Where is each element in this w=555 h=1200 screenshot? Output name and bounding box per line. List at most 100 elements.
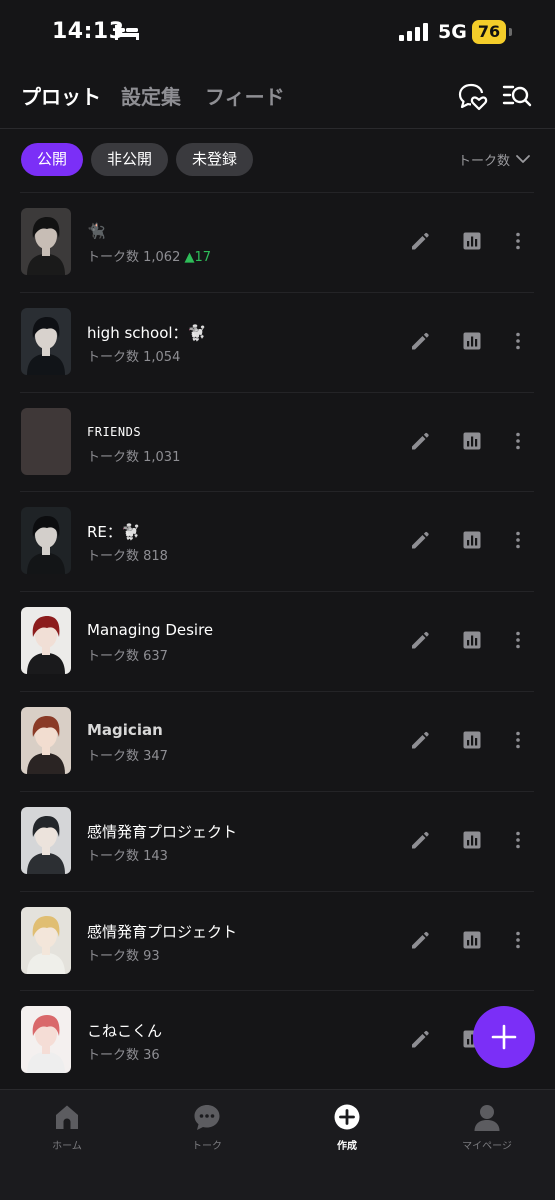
pencil-icon[interactable] bbox=[409, 929, 431, 951]
plot-thumbnail bbox=[21, 906, 71, 974]
talk-count: トーク数 1,031 bbox=[87, 446, 180, 465]
tab-settings[interactable]: 設定集 bbox=[121, 81, 181, 110]
talk-count-label: トーク数 1,062 bbox=[87, 250, 181, 265]
pencil-icon[interactable] bbox=[409, 330, 431, 352]
talk-count-label: トーク数 1,031 bbox=[87, 449, 181, 465]
create-plot-button[interactable] bbox=[473, 1006, 535, 1068]
filter-chip-private[interactable]: 非公開 bbox=[91, 143, 168, 176]
talk-count-label: トーク数 818 bbox=[87, 549, 168, 565]
nav-home-label: ホーム bbox=[52, 1141, 82, 1152]
more-icon[interactable] bbox=[507, 929, 529, 951]
row-divider bbox=[20, 890, 534, 892]
talk-count: トーク数 347 bbox=[87, 745, 168, 764]
more-icon[interactable] bbox=[507, 230, 529, 252]
header-divider bbox=[0, 128, 555, 129]
nav-mypage-label: マイページ bbox=[462, 1141, 512, 1152]
talk-count: トーク数 1,062 ▲17 bbox=[87, 246, 211, 265]
talk-count-label: トーク数 1,054 bbox=[87, 349, 181, 365]
more-icon[interactable] bbox=[507, 829, 529, 851]
stats-icon[interactable] bbox=[461, 529, 483, 551]
plot-thumbnail bbox=[21, 507, 71, 575]
more-icon[interactable] bbox=[507, 529, 529, 551]
plot-thumbnail bbox=[21, 307, 71, 375]
nav-mypage[interactable]: マイページ bbox=[442, 1102, 532, 1162]
nav-home[interactable]: ホーム bbox=[22, 1102, 112, 1162]
plot-row[interactable]: 感情発育プロジェクト トーク数 143 bbox=[0, 790, 555, 891]
plot-thumbnail bbox=[21, 407, 71, 475]
plot-title: 感情発育プロジェクト bbox=[87, 822, 238, 841]
plot-title: Magician bbox=[87, 721, 163, 739]
plot-row[interactable]: 🐈‍⬛ トーク数 1,062 ▲17 bbox=[0, 192, 555, 292]
more-icon[interactable] bbox=[507, 629, 529, 651]
heart-chat-icon[interactable] bbox=[456, 80, 488, 112]
talk-count-label: トーク数 36 bbox=[87, 1048, 160, 1064]
row-divider bbox=[20, 391, 534, 393]
home-icon bbox=[56, 1105, 78, 1129]
stats-icon[interactable] bbox=[461, 430, 483, 452]
pencil-icon[interactable] bbox=[409, 1028, 431, 1050]
plus-circle-icon bbox=[334, 1104, 360, 1130]
pencil-icon[interactable] bbox=[409, 829, 431, 851]
plot-title: high school：🐩 bbox=[87, 323, 207, 342]
more-icon[interactable] bbox=[507, 430, 529, 452]
row-divider bbox=[20, 291, 534, 293]
more-icon[interactable] bbox=[507, 729, 529, 751]
stats-icon[interactable] bbox=[461, 330, 483, 352]
talk-count-label: トーク数 93 bbox=[87, 948, 160, 964]
plot-title: RE：🐩 bbox=[87, 523, 141, 542]
nav-create-label: 作成 bbox=[337, 1141, 357, 1152]
plot-row[interactable]: Magician トーク数 347 bbox=[0, 691, 555, 791]
nav-create[interactable]: 作成 bbox=[302, 1102, 392, 1162]
sort-dropdown[interactable]: トーク数 bbox=[458, 150, 510, 169]
plot-row[interactable]: こねこくん トーク数 36 bbox=[0, 990, 555, 1090]
plot-thumbnail bbox=[21, 208, 71, 275]
row-divider bbox=[20, 990, 534, 992]
nav-talk-label: トーク bbox=[192, 1141, 222, 1152]
talk-count-label: トーク数 347 bbox=[87, 749, 168, 764]
search-list-icon[interactable] bbox=[501, 80, 533, 112]
talk-count-label: トーク数 143 bbox=[87, 848, 168, 864]
signal-icon bbox=[399, 23, 428, 41]
plot-thumbnail bbox=[21, 707, 71, 774]
plot-row[interactable]: FRIENDS トーク数 1,031 bbox=[0, 391, 555, 492]
header: プロット 設定集 フィード bbox=[0, 66, 555, 128]
pencil-icon[interactable] bbox=[409, 529, 431, 551]
filter-chip-public[interactable]: 公開 bbox=[21, 143, 83, 176]
chevron-down-icon[interactable] bbox=[515, 152, 531, 166]
plot-thumbnail bbox=[21, 806, 71, 874]
stats-icon[interactable] bbox=[461, 629, 483, 651]
row-divider bbox=[20, 691, 534, 692]
more-icon[interactable] bbox=[507, 330, 529, 352]
battery-level: 76 bbox=[472, 20, 506, 44]
plot-title: 感情発育プロジェクト bbox=[87, 922, 238, 941]
tab-feed[interactable]: フィード bbox=[205, 81, 285, 110]
bottom-nav: ホーム トーク 作成 マイページ bbox=[0, 1089, 555, 1200]
talk-count: トーク数 637 bbox=[87, 645, 168, 664]
filter-chip-unregistered[interactable]: 未登録 bbox=[176, 143, 253, 176]
talk-count: トーク数 36 bbox=[87, 1044, 160, 1063]
pencil-icon[interactable] bbox=[409, 430, 431, 452]
plot-title: FRIENDS bbox=[87, 424, 142, 439]
stats-icon[interactable] bbox=[461, 829, 483, 851]
bed-icon bbox=[115, 25, 139, 40]
tab-plot[interactable]: プロット bbox=[21, 81, 101, 110]
plot-row[interactable]: high school：🐩 トーク数 1,054 bbox=[0, 291, 555, 392]
stats-icon[interactable] bbox=[461, 929, 483, 951]
status-bar: 14:13 5G 76 bbox=[0, 0, 555, 66]
plot-row[interactable]: 感情発育プロジェクト トーク数 93 bbox=[0, 890, 555, 991]
stats-icon[interactable] bbox=[461, 230, 483, 252]
plot-title: 🐈‍⬛ bbox=[87, 222, 106, 240]
pencil-icon[interactable] bbox=[409, 230, 431, 252]
row-divider bbox=[20, 192, 534, 193]
pencil-icon[interactable] bbox=[409, 629, 431, 651]
stats-icon[interactable] bbox=[461, 729, 483, 751]
plot-row[interactable]: RE：🐩 トーク数 818 bbox=[0, 491, 555, 591]
battery-tip bbox=[509, 28, 512, 36]
talk-count: トーク数 1,054 bbox=[87, 346, 180, 365]
plot-thumbnail bbox=[21, 607, 71, 675]
plot-row[interactable]: Managing Desire トーク数 637 bbox=[0, 591, 555, 691]
plot-thumbnail bbox=[21, 1006, 71, 1074]
pencil-icon[interactable] bbox=[409, 729, 431, 751]
network-label: 5G bbox=[438, 21, 467, 43]
nav-talk[interactable]: トーク bbox=[162, 1102, 252, 1162]
